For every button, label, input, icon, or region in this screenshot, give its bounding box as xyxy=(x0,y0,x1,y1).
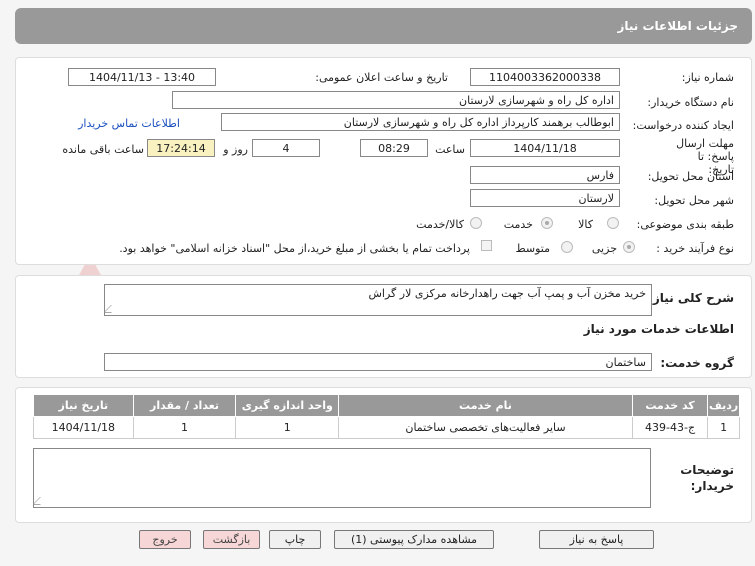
creator-field: ابوطالب برهمند کارپرداز اداره کل راه و ش… xyxy=(221,113,620,131)
remaining-label: ساعت باقی مانده xyxy=(62,143,144,156)
remaining-time-field: 17:24:14 xyxy=(147,139,215,157)
exit-button[interactable]: خروج xyxy=(139,530,191,549)
info-panel xyxy=(15,57,752,265)
process-label: نوع فرآیند خرید : xyxy=(656,242,734,255)
need-number-label: شماره نیاز: xyxy=(681,71,734,84)
creator-label: ایجاد کننده درخواست: xyxy=(632,119,734,132)
summary-field: خرید مخزن آب و پمپ آب جهت راهدارخانه مرک… xyxy=(104,284,652,316)
cell-service-name: سایر فعالیت‌های تخصصی ساختمان xyxy=(338,416,633,439)
category-option-goods: کالا xyxy=(578,218,593,231)
service-group-label: گروه خدمت: xyxy=(660,356,734,370)
table-row: 1 ج-43-439 سایر فعالیت‌های تخصصی ساختمان… xyxy=(33,416,740,439)
notes-resize-grip-icon[interactable] xyxy=(34,497,48,505)
days-field: 4 xyxy=(252,139,320,157)
buyer-label: نام دستگاه خریدار: xyxy=(647,96,734,109)
summary-text: خرید مخزن آب و پمپ آب جهت راهدارخانه مرک… xyxy=(368,287,646,300)
print-button[interactable]: چاپ xyxy=(269,530,321,549)
reply-button[interactable]: پاسخ به نیاز xyxy=(539,530,654,549)
col-header-service-code: کد خدمت xyxy=(631,394,709,417)
view-documents-button[interactable]: مشاهده مدارک پیوستی (1) xyxy=(334,530,494,549)
category-option-goods-service: کالا/خدمت xyxy=(416,218,464,231)
services-table: ردیف کد خدمت نام خدمت واحد اندازه گیری ت… xyxy=(33,394,740,439)
city-label: شهر محل تحویل: xyxy=(654,194,734,207)
city-field: لارستان xyxy=(470,189,620,207)
deadline-time-label: ساعت xyxy=(435,143,465,156)
deadline-time-field: 08:29 xyxy=(360,139,428,157)
process-radio-medium[interactable] xyxy=(561,241,573,253)
page-title-bar: جزئیات اطلاعات نیاز xyxy=(15,8,752,44)
category-radio-goods[interactable] xyxy=(607,217,619,229)
cell-unit: 1 xyxy=(235,416,340,439)
buyer-contact-link[interactable]: اطلاعات تماس خریدار xyxy=(78,117,180,130)
category-option-service: خدمت xyxy=(503,218,533,231)
buyer-notes-field[interactable] xyxy=(33,448,651,508)
cell-need-date: 1404/11/18 xyxy=(33,416,134,439)
announce-label: تاریخ و ساعت اعلان عمومی: xyxy=(315,71,448,84)
province-label: استان محل تحویل: xyxy=(647,170,734,183)
table-header-row: ردیف کد خدمت نام خدمت واحد اندازه گیری ت… xyxy=(33,394,740,417)
deadline-date-field: 1404/11/18 xyxy=(470,139,620,157)
days-label: روز و xyxy=(223,143,248,156)
process-option-minor: جزیی xyxy=(591,242,617,255)
col-header-unit: واحد اندازه گیری xyxy=(235,394,340,417)
col-header-need-date: تاریخ نیاز xyxy=(33,394,134,417)
buyer-notes-label: توضیحات خریدار: xyxy=(680,463,734,493)
summary-label: شرح کلی نیاز: xyxy=(648,291,734,305)
process-radio-minor[interactable] xyxy=(623,241,635,253)
payment-checkbox[interactable] xyxy=(481,240,492,251)
services-section-title: اطلاعات خدمات مورد نیاز xyxy=(583,322,734,336)
buyer-field: اداره کل راه و شهرسازی لارستان xyxy=(172,91,620,109)
page-title: جزئیات اطلاعات نیاز xyxy=(617,19,738,33)
service-group-field: ساختمان xyxy=(104,353,652,371)
province-field: فارس xyxy=(470,166,620,184)
col-header-service-name: نام خدمت xyxy=(338,394,633,417)
payment-note: پرداخت تمام یا بخشی از مبلغ خرید،از محل … xyxy=(119,242,470,255)
category-label: طبقه بندی موضوعی: xyxy=(636,218,734,231)
cell-row-num: 1 xyxy=(707,416,740,439)
announce-field: 1404/11/13 - 13:40 xyxy=(68,68,216,86)
cell-service-code: ج-43-439 xyxy=(631,416,709,439)
col-header-row-num: ردیف xyxy=(707,394,740,417)
category-radio-service[interactable] xyxy=(541,217,553,229)
process-option-medium: متوسط xyxy=(515,242,550,255)
resize-grip-icon[interactable] xyxy=(105,305,119,313)
cell-quantity: 1 xyxy=(132,416,237,439)
back-button[interactable]: بازگشت xyxy=(203,530,260,549)
need-number-field: 1104003362000338 xyxy=(470,68,620,86)
category-radio-goods-service[interactable] xyxy=(470,217,482,229)
col-header-quantity: تعداد / مقدار xyxy=(132,394,237,417)
